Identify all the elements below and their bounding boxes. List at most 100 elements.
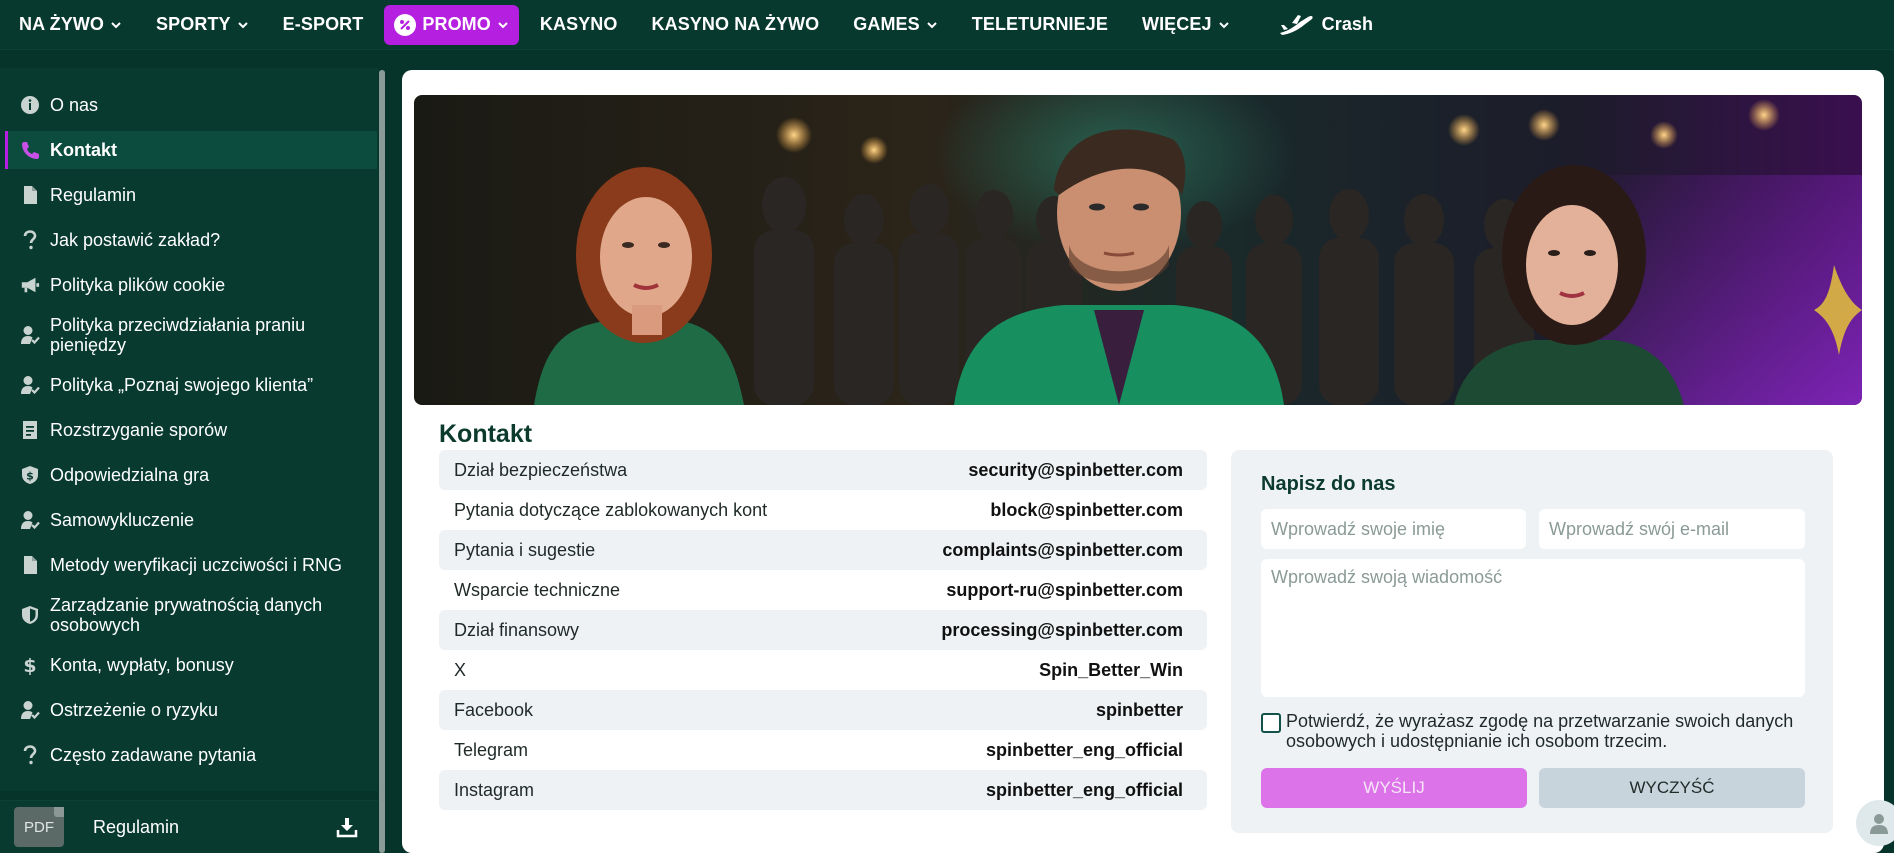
svg-text:$: $ bbox=[26, 470, 34, 483]
user-check-icon bbox=[20, 375, 40, 395]
name-input[interactable] bbox=[1261, 509, 1526, 549]
message-textarea[interactable] bbox=[1261, 559, 1805, 697]
shield-icon bbox=[20, 605, 40, 625]
nav-esport[interactable]: E-SPORT bbox=[270, 5, 377, 45]
sidebar-scrollbar[interactable] bbox=[379, 70, 385, 853]
consent-label: Potwierdź, że wyrażasz zgodę na przetwar… bbox=[1286, 711, 1794, 751]
contact-value[interactable]: complaints@spinbetter.com bbox=[942, 540, 1183, 561]
email-input[interactable] bbox=[1539, 509, 1805, 549]
sidebar-item-label: Polityka plików cookie bbox=[50, 275, 226, 295]
chevron-down-icon bbox=[111, 21, 121, 28]
sidebar-item-label: Polityka „Poznaj swojego klienta” bbox=[50, 375, 314, 395]
nav-crash[interactable]: Crash bbox=[1265, 5, 1387, 45]
contact-value[interactable]: support-ru@spinbetter.com bbox=[946, 580, 1183, 601]
chevron-down-icon bbox=[237, 21, 248, 28]
nav-casino[interactable]: KASYNO bbox=[527, 5, 631, 45]
form-title: Napisz do nas bbox=[1261, 473, 1396, 495]
sidebar-item-contact[interactable]: Kontakt bbox=[5, 131, 377, 169]
user-icon bbox=[1870, 814, 1888, 834]
dollar-icon: $ bbox=[20, 655, 40, 675]
nav-promo-label: PROMO bbox=[422, 14, 491, 34]
nav-live-label: NA ŻYWO bbox=[19, 14, 105, 34]
sidebar-item-kyc[interactable]: Polityka „Poznaj swojego klienta” bbox=[5, 366, 377, 404]
consent-row: Potwierdź, że wyrażasz zgodę na przetwar… bbox=[1261, 711, 1801, 751]
sidebar-item-how-to-bet[interactable]: Jak postawić zakład? bbox=[5, 221, 377, 259]
percent-badge-icon bbox=[394, 13, 417, 36]
contact-row-instagram: Instagram spinbetter_eng_official bbox=[439, 770, 1207, 810]
contact-label: Facebook bbox=[454, 699, 534, 720]
sidebar-item-faq[interactable]: Często zadawane pytania bbox=[5, 736, 377, 774]
nav-more[interactable]: WIĘCEJ bbox=[1129, 5, 1243, 45]
nav-live-casino-label: KASYNO NA ŻYWO bbox=[651, 14, 820, 34]
contact-value[interactable]: block@spinbetter.com bbox=[990, 500, 1183, 521]
sidebar-item-aml[interactable]: Polityka przeciwdziałania praniu pienięd… bbox=[5, 311, 377, 359]
support-chat-button[interactable] bbox=[1856, 800, 1894, 846]
nav-sports-label: SPORTY bbox=[156, 14, 231, 34]
nav-sports[interactable]: SPORTY bbox=[143, 5, 262, 45]
sidebar-item-label: Metody weryfikacji uczciwości i RNG bbox=[50, 555, 343, 575]
nav-games[interactable]: GAMES bbox=[840, 5, 951, 45]
plane-icon bbox=[1279, 14, 1313, 35]
sidebar-item-label: Samowykluczenie bbox=[50, 510, 195, 530]
top-navigation: NA ŻYWO SPORTY E-SPORT PROMO KASYNO KASY… bbox=[0, 0, 1894, 50]
clear-button[interactable]: WYCZYŚĆ bbox=[1539, 768, 1805, 808]
consent-checkbox[interactable] bbox=[1261, 713, 1281, 733]
send-button[interactable]: WYŚLIJ bbox=[1261, 768, 1527, 808]
pdf-label: PDF bbox=[24, 818, 54, 836]
contact-row-security: Dział bezpieczeństwa security@spinbetter… bbox=[439, 450, 1207, 490]
chevron-down-icon bbox=[927, 21, 937, 28]
document-lines-icon bbox=[20, 420, 40, 440]
nav-esport-label: E-SPORT bbox=[282, 14, 364, 34]
sidebar-item-cookies[interactable]: Polityka plików cookie bbox=[5, 266, 377, 304]
sidebar-item-label: Zarządzanie prywatnością danych osobowyc… bbox=[50, 595, 323, 635]
sidebar-item-privacy[interactable]: Zarządzanie prywatnością danych osobowyc… bbox=[5, 591, 377, 639]
sidebar-item-responsible-gaming[interactable]: $ Odpowiedzialna gra bbox=[5, 456, 377, 494]
question-icon bbox=[20, 230, 40, 250]
chevron-down-icon bbox=[1218, 21, 1229, 28]
question-icon bbox=[20, 745, 40, 765]
contact-label: Telegram bbox=[454, 739, 529, 760]
sidebar-item-label: Konta, wypłaty, bonusy bbox=[50, 655, 234, 675]
nav-live[interactable]: NA ŻYWO bbox=[6, 5, 135, 45]
contact-row-telegram: Telegram spinbetter_eng_official bbox=[439, 730, 1207, 770]
contact-row-blocked: Pytania dotyczące zablokowanych kont blo… bbox=[439, 490, 1207, 530]
phone-icon bbox=[20, 140, 40, 160]
contact-label: Pytania dotyczące zablokowanych kont bbox=[454, 499, 768, 520]
nav-tv-games[interactable]: TELETURNIEJE bbox=[959, 5, 1121, 45]
contact-row-support: Wsparcie techniczne support-ru@spinbette… bbox=[439, 570, 1207, 610]
sidebar-item-disputes[interactable]: Rozstrzyganie sporów bbox=[5, 411, 377, 449]
sidebar-item-accounts[interactable]: $ Konta, wypłaty, bonusy bbox=[5, 646, 377, 684]
contact-value[interactable]: Spin_Better_Win bbox=[1039, 660, 1183, 681]
sidebar-item-risk-warning[interactable]: Ostrzeżenie o ryzyku bbox=[5, 691, 377, 729]
contact-label: Wsparcie techniczne bbox=[454, 579, 621, 600]
sidebar-item-terms[interactable]: Regulamin bbox=[5, 176, 377, 214]
contact-value[interactable]: spinbetter bbox=[1096, 700, 1183, 721]
chevron-down-icon bbox=[498, 21, 508, 28]
contact-row-finance: Dział finansowy processing@spinbetter.co… bbox=[439, 610, 1207, 650]
info-icon bbox=[20, 95, 40, 115]
download-icon[interactable] bbox=[336, 816, 358, 838]
contact-label: Pytania i sugestie bbox=[454, 539, 596, 560]
sidebar-item-about[interactable]: O nas bbox=[5, 86, 377, 124]
sidebar-item-label: Odpowiedzialna gra bbox=[50, 465, 210, 485]
page-title: Kontakt bbox=[439, 420, 533, 448]
nav-games-label: GAMES bbox=[853, 14, 920, 34]
sidebar-item-label: Często zadawane pytania bbox=[50, 745, 257, 765]
user-check-icon bbox=[20, 700, 40, 720]
sidebar-item-rng[interactable]: Metody weryfikacji uczciwości i RNG bbox=[5, 546, 377, 584]
shield-dollar-icon: $ bbox=[20, 465, 40, 485]
document-icon bbox=[20, 185, 40, 205]
contact-value[interactable]: security@spinbetter.com bbox=[968, 460, 1183, 481]
sidebar-item-label: O nas bbox=[50, 95, 99, 115]
nav-promo[interactable]: PROMO bbox=[384, 4, 519, 45]
contact-value[interactable]: spinbetter_eng_official bbox=[986, 740, 1183, 761]
nav-live-casino[interactable]: KASYNO NA ŻYWO bbox=[639, 5, 833, 45]
sidebar-item-label: Kontakt bbox=[50, 140, 117, 160]
contact-value[interactable]: processing@spinbetter.com bbox=[941, 620, 1183, 641]
nav-casino-label: KASYNO bbox=[539, 14, 618, 34]
footer-terms-label: Regulamin bbox=[93, 816, 180, 837]
scrollbar-thumb[interactable] bbox=[379, 70, 385, 853]
contact-value[interactable]: spinbetter_eng_official bbox=[986, 780, 1183, 801]
sidebar-footer-terms-pdf[interactable]: PDF Regulamin bbox=[0, 800, 378, 853]
sidebar-item-self-exclusion[interactable]: Samowykluczenie bbox=[5, 501, 377, 539]
